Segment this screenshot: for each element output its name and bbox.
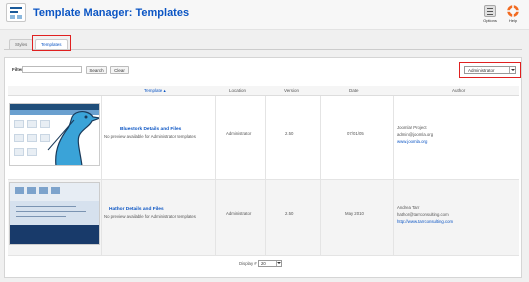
options-icon <box>484 5 496 17</box>
column-date: Date <box>349 88 359 93</box>
options-button[interactable]: Options <box>479 3 501 27</box>
template-date: May 2010 <box>345 211 364 216</box>
table-header <box>8 86 519 96</box>
column-divider <box>265 96 266 255</box>
author-email: admin@joomla.org <box>397 132 434 137</box>
column-author: Author <box>452 88 466 93</box>
template-date: 07/01/05 <box>347 131 364 136</box>
template-location: Administrator <box>226 131 252 136</box>
template-description: No preview available for Administrator t… <box>104 214 196 219</box>
column-divider <box>320 96 321 255</box>
row-divider <box>8 255 519 256</box>
help-button[interactable]: Help <box>502 3 524 27</box>
highlight-templates-tab <box>32 35 71 51</box>
display-count-select[interactable]: 20 <box>258 260 282 267</box>
column-version: Version <box>284 88 300 93</box>
filter-input[interactable] <box>22 66 82 73</box>
template-version: 2.50 <box>285 131 294 136</box>
column-location: Location <box>229 88 247 93</box>
column-divider <box>101 96 102 255</box>
hathor-thumbnail[interactable] <box>9 182 100 245</box>
author-url-link[interactable]: www.joomla.org <box>397 139 427 144</box>
bluestork-bird-icon <box>47 111 99 165</box>
highlight-client-select <box>459 62 521 78</box>
display-count-label: Display # <box>239 261 257 266</box>
template-location: Administrator <box>226 211 252 216</box>
template-manager-icon <box>6 3 26 22</box>
tab-divider <box>4 49 522 50</box>
template-description: No preview available for Administrator t… <box>104 134 196 139</box>
chevron-down-icon <box>276 261 281 266</box>
page-title: Template Manager: Templates <box>33 7 190 19</box>
author-name: Andrea Tarr <box>397 205 420 210</box>
sort-icon: ▴ <box>163 88 166 93</box>
author-name: Joomla! Project <box>397 125 427 130</box>
column-template-label: Template <box>144 88 163 93</box>
search-button[interactable]: Search <box>86 66 107 74</box>
display-count-value: 20 <box>261 261 266 266</box>
row-divider <box>8 179 519 180</box>
author-email: hathor@tarrconsulting.com <box>397 212 449 217</box>
column-template[interactable]: Template ▴ <box>144 88 166 94</box>
tab-styles[interactable]: Styles <box>9 39 34 49</box>
help-icon <box>507 5 519 17</box>
clear-button[interactable]: Clear <box>110 66 129 74</box>
template-name-link[interactable]: Bluestork Details and Files <box>120 127 181 132</box>
column-divider <box>393 96 394 255</box>
template-name-link[interactable]: Hathor Details and Files <box>109 207 164 212</box>
template-version: 2.50 <box>285 211 294 216</box>
column-divider <box>215 96 216 255</box>
author-url-link[interactable]: http://www.tarrconsulting.com <box>397 219 453 224</box>
bluestork-thumbnail[interactable] <box>9 103 100 166</box>
